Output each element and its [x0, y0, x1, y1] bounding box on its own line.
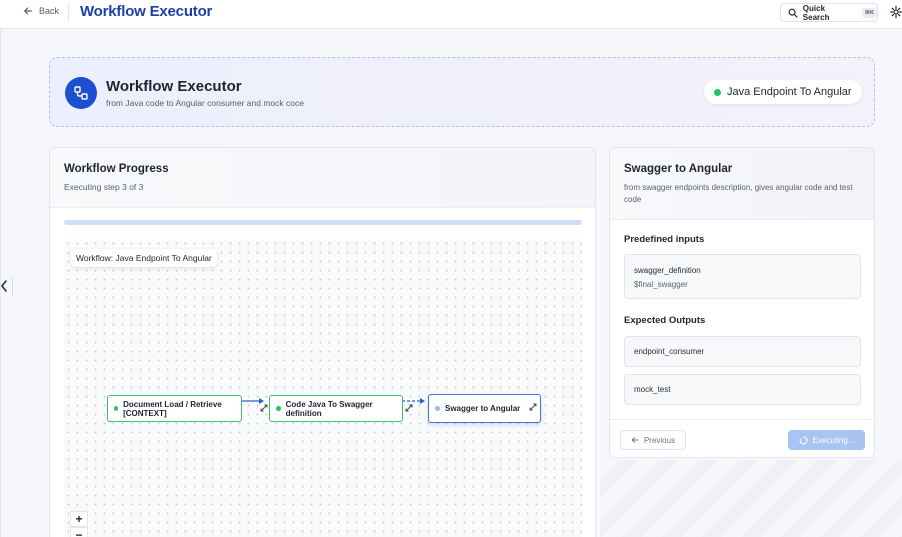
search-icon — [788, 8, 798, 17]
workflow-header-card: Workflow Executor from Java code to Angu… — [49, 57, 875, 127]
step-description: from swagger endpoints description, give… — [624, 183, 853, 204]
previous-button[interactable]: Previous — [620, 430, 686, 450]
quick-search-button[interactable]: Quick Search ⌘K — [780, 3, 878, 22]
output-item: mock_test — [624, 374, 861, 405]
workflow-status-pill: Java Endpoint To Angular — [704, 80, 862, 104]
node-status-dot — [435, 406, 440, 411]
expand-icon[interactable] — [405, 404, 413, 412]
status-dot — [714, 88, 721, 96]
node-label: Document Load / Retrieve [CONTEXT] — [123, 399, 222, 418]
workflow-edges — [242, 398, 425, 404]
shortcut-badge: ⌘K — [861, 7, 877, 18]
workflow-node-document-load[interactable]: Document Load / Retrieve [CONTEXT] — [107, 395, 242, 422]
workflow-canvas[interactable]: Workflow: Java Endpoint To Angular Docum… — [64, 239, 582, 537]
workflow-icon — [65, 77, 97, 109]
step-footer: Previous Executing... — [610, 419, 874, 457]
spinner-icon — [799, 436, 808, 444]
back-button[interactable]: Back — [23, 6, 59, 16]
output-name: mock_test — [634, 385, 671, 394]
arrow-left-icon — [24, 7, 32, 15]
output-name: endpoint_consumer — [634, 347, 705, 356]
expected-outputs-title: Expected Outputs — [624, 315, 706, 326]
expand-icon[interactable] — [529, 403, 537, 411]
workflow-pill-label: Java Endpoint To Angular — [727, 86, 852, 98]
node-label: Code Java To Swagger definition — [285, 399, 373, 418]
node-label: Swagger to Angular — [445, 404, 521, 413]
output-item: endpoint_consumer — [624, 336, 861, 367]
step-header: Swagger to Angular from swagger endpoint… — [610, 148, 874, 220]
chevron-left-icon[interactable] — [0, 279, 10, 293]
top-bar: Back Workflow Executor Quick Search ⌘K — [0, 0, 902, 29]
zoom-in-button[interactable]: + — [70, 511, 88, 527]
header-title: Workflow Executor — [106, 78, 242, 95]
step-details-panel: Swagger to Angular from swagger endpoint… — [609, 147, 875, 458]
progress-header: Workflow Progress Executing step 3 of 3 — [50, 148, 595, 208]
executing-button[interactable]: Executing... — [788, 430, 865, 450]
progress-title: Workflow Progress — [64, 163, 169, 175]
divider — [68, 4, 69, 21]
workflow-progress-panel: Workflow Progress Executing step 3 of 3 … — [49, 147, 596, 537]
background-pattern — [600, 460, 902, 537]
gear-icon[interactable] — [890, 6, 902, 18]
previous-label: Previous — [643, 435, 676, 445]
node-status-dot — [114, 406, 119, 411]
expand-icon[interactable] — [260, 404, 268, 412]
input-value: $final_swagger — [634, 280, 688, 289]
back-label: Back — [39, 6, 60, 16]
workflow-node-java-to-swagger[interactable]: Code Java To Swagger definition — [269, 395, 403, 422]
quick-search-label: Quick Search — [802, 3, 830, 22]
progress-subtitle: Executing step 3 of 3 — [64, 182, 144, 192]
workflow-node-swagger-to-angular[interactable]: Swagger to Angular — [428, 394, 541, 423]
step-title: Swagger to Angular — [624, 163, 733, 175]
input-name: swagger_definition — [634, 266, 701, 275]
app-title: Workflow Executor — [80, 3, 213, 20]
progress-bar — [64, 220, 582, 225]
header-subtitle: from Java code to Angular consumer and m… — [106, 98, 304, 108]
collapse-handle-border — [12, 277, 13, 297]
executing-label: Executing... — [812, 435, 855, 445]
zoom-out-button[interactable]: − — [70, 527, 88, 537]
arrow-left-icon — [631, 437, 639, 443]
predefined-inputs-title: Predefined inputs — [624, 234, 705, 245]
node-status-dot — [276, 406, 281, 411]
input-item: swagger_definition $final_swagger — [624, 254, 861, 299]
